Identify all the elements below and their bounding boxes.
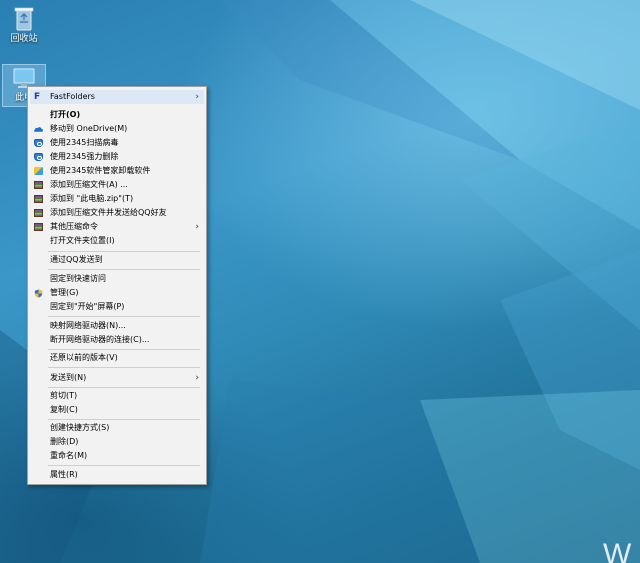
menu-item-label: 打开(O) <box>50 110 81 119</box>
menu-item-create-shortcut[interactable]: 创建快捷方式(S) <box>30 421 204 435</box>
fastfolders-icon: F <box>34 92 41 102</box>
menu-item-label: 打开文件夹位置(I) <box>50 236 115 245</box>
wallpaper-logo-text: W <box>603 538 632 563</box>
menu-item-pin-quick-access[interactable]: 固定到快速访问 <box>30 272 204 286</box>
menu-item-label: 固定到快速访问 <box>50 274 106 283</box>
menu-separator <box>48 367 200 368</box>
archive-icon <box>34 223 43 231</box>
menu-item-open-file-location[interactable]: 打开文件夹位置(I) <box>30 234 204 248</box>
menu-separator <box>48 387 200 388</box>
menu-separator <box>48 465 200 466</box>
menu-item-2345-force-delete[interactable]: 使用2345强力删除 <box>30 150 204 164</box>
menu-item-properties[interactable]: 属性(R) <box>30 468 204 482</box>
menu-item-label: 映射网络驱动器(N)... <box>50 321 126 330</box>
menu-item-label: 使用2345强力删除 <box>50 152 119 161</box>
menu-separator <box>48 419 200 420</box>
menu-separator <box>48 251 200 252</box>
menu-item-add-to-zip[interactable]: 添加到 "此电脑.zip"(T) <box>30 192 204 206</box>
menu-item-label: 其他压缩命令 <box>50 222 98 231</box>
menu-item-pin-to-start[interactable]: 固定到"开始"屏幕(P) <box>30 300 204 314</box>
menu-item-map-network-drive[interactable]: 映射网络驱动器(N)... <box>30 319 204 333</box>
menu-item-label: 通过QQ发送到 <box>50 255 103 264</box>
menu-item-manage[interactable]: 管理(G) <box>30 286 204 300</box>
menu-separator <box>48 316 200 317</box>
menu-item-send-to[interactable]: 发送到(N) › <box>30 371 204 385</box>
menu-item-label: 添加到压缩文件并发送给QQ好友 <box>50 208 167 217</box>
menu-item-label: 复制(C) <box>50 405 78 414</box>
menu-item-copy[interactable]: 复制(C) <box>30 403 204 417</box>
recycle-bin-icon <box>14 7 34 31</box>
submenu-arrow-icon: › <box>195 92 199 102</box>
menu-item-label: 使用2345扫描病毒 <box>50 138 119 147</box>
2345-softmgr-icon <box>34 167 43 175</box>
archive-icon <box>34 195 43 203</box>
menu-item-label: 还原以前的版本(V) <box>50 353 118 362</box>
archive-icon <box>34 181 43 189</box>
2345-shield-icon <box>34 153 43 161</box>
menu-item-fastfolders[interactable]: F FastFolders › <box>30 90 204 104</box>
menu-item-label: 添加到压缩文件(A) ... <box>50 180 128 189</box>
desktop: 回收站 此电 W F FastFolders › 打开(O) 移动到 OneDr… <box>0 0 640 563</box>
menu-item-2345-uninstall[interactable]: 使用2345软件管家卸载软件 <box>30 164 204 178</box>
menu-item-delete[interactable]: 删除(D) <box>30 435 204 449</box>
submenu-arrow-icon: › <box>195 222 199 232</box>
menu-item-label: 使用2345软件管家卸载软件 <box>50 166 151 175</box>
desktop-icon-label: 回收站 <box>10 34 38 44</box>
menu-item-label: 添加到 "此电脑.zip"(T) <box>50 194 134 203</box>
menu-item-cut[interactable]: 剪切(T) <box>30 389 204 403</box>
menu-item-label: 固定到"开始"屏幕(P) <box>50 302 125 311</box>
menu-item-open[interactable]: 打开(O) <box>30 108 204 122</box>
admin-shield-icon <box>34 289 43 298</box>
context-menu: F FastFolders › 打开(O) 移动到 OneDrive(M) 使用… <box>27 86 207 485</box>
menu-item-label: FastFolders <box>50 92 95 101</box>
menu-item-send-via-qq[interactable]: 通过QQ发送到 <box>30 253 204 267</box>
menu-separator <box>48 349 200 350</box>
menu-item-add-to-archive[interactable]: 添加到压缩文件(A) ... <box>30 178 204 192</box>
menu-item-rename[interactable]: 重命名(M) <box>30 449 204 463</box>
menu-item-label: 创建快捷方式(S) <box>50 423 110 432</box>
menu-item-label: 剪切(T) <box>50 391 78 400</box>
2345-shield-icon <box>34 139 43 147</box>
submenu-arrow-icon: › <box>195 373 199 383</box>
menu-item-archive-send-qq[interactable]: 添加到压缩文件并发送给QQ好友 <box>30 206 204 220</box>
menu-item-label: 发送到(N) <box>50 373 87 382</box>
menu-item-restore-previous-versions[interactable]: 还原以前的版本(V) <box>30 351 204 365</box>
archive-icon <box>34 209 43 217</box>
menu-item-label: 断开网络驱动器的连接(C)... <box>50 335 150 344</box>
menu-item-label: 移动到 OneDrive(M) <box>50 124 128 133</box>
menu-item-move-to-onedrive[interactable]: 移动到 OneDrive(M) <box>30 122 204 136</box>
onedrive-icon <box>34 127 43 132</box>
menu-item-label: 删除(D) <box>50 437 79 446</box>
menu-item-label: 属性(R) <box>50 470 78 479</box>
menu-item-other-compress-commands[interactable]: 其他压缩命令 › <box>30 220 204 234</box>
menu-item-disconnect-network-drive[interactable]: 断开网络驱动器的连接(C)... <box>30 333 204 347</box>
menu-item-label: 管理(G) <box>50 288 79 297</box>
menu-separator <box>48 269 200 270</box>
menu-item-label: 重命名(M) <box>50 451 88 460</box>
desktop-icon-recycle-bin[interactable]: 回收站 <box>2 4 46 45</box>
menu-item-2345-scan-virus[interactable]: 使用2345扫描病毒 <box>30 136 204 150</box>
